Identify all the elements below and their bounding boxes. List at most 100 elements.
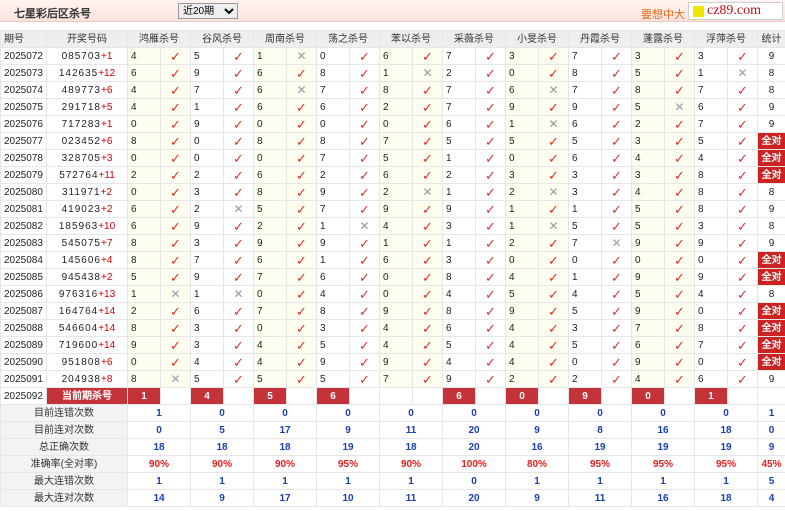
current-kill-number: 0 (631, 387, 665, 405)
kill-number-cell: 5 (442, 132, 476, 150)
kill-number-cell: 6 (253, 251, 287, 269)
period-range-select[interactable]: 近20期 (178, 3, 238, 19)
table-row: 2025073 142635+12 6 ✓ 9 ✓ 6 ✓ 8 ✓ 1 ✕ 2 ✓ 0 ✓ 8 ✓ 5 ✓ 1 ✕ 8 (0, 64, 785, 82)
column-header: 采薇杀号 (442, 30, 506, 48)
kill-number-cell: 8 (379, 81, 413, 99)
kill-number-cell: 0 (568, 353, 602, 371)
draw-digits: 717283 (61, 118, 101, 130)
kill-number-cell: 1 (694, 64, 728, 82)
correct-mark-icon: ✓ (475, 370, 506, 388)
all-correct-badge: 全对 (757, 336, 785, 354)
draw-sum: +2 (100, 271, 113, 283)
draw-digits: 311971 (61, 186, 101, 198)
correct-mark-icon: ✓ (538, 370, 569, 388)
period-cell: 2025087 (0, 302, 47, 320)
correct-mark-icon: ✓ (412, 336, 443, 354)
kill-number-cell: 9 (190, 217, 224, 235)
correct-mark-icon: ✓ (349, 115, 380, 133)
kill-number-cell: 9 (253, 234, 287, 252)
correct-mark-icon: ✓ (538, 47, 569, 65)
all-correct-badge: 全对 (757, 319, 785, 337)
correct-mark-icon: ✓ (664, 353, 695, 371)
draw-number-cell: 572764+11 (46, 166, 128, 184)
correct-mark-icon: ✓ (412, 251, 443, 269)
stat-row: 最大连错次数 1 1 1 1 1 0 1 1 1 1 5 (0, 472, 785, 490)
kill-number-cell: 3 (190, 336, 224, 354)
correct-mark-icon: ✓ (664, 302, 695, 320)
count-cell: 9 (757, 370, 785, 388)
draw-digits: 291718 (61, 101, 101, 113)
wrong-mark-icon: ✕ (160, 370, 191, 388)
kill-number-cell: 4 (190, 353, 224, 371)
table-row: 2025087 164764+14 2 ✓ 6 ✓ 7 ✓ 8 ✓ 9 ✓ 8 ✓ 9 ✓ 5 ✓ 9 ✓ 0 ✓ 全对 (0, 302, 785, 320)
kill-number-cell: 4 (379, 217, 413, 235)
current-kill-spacer (538, 387, 569, 405)
correct-mark-icon: ✓ (538, 319, 569, 337)
correct-mark-icon: ✓ (475, 183, 506, 201)
correct-mark-icon: ✓ (286, 370, 317, 388)
kill-number-cell: 7 (379, 132, 413, 150)
correct-mark-icon: ✓ (223, 370, 254, 388)
draw-digits: 023452 (61, 135, 101, 147)
table-row: 2025080 311971+2 0 ✓ 3 ✓ 8 ✓ 9 ✓ 2 ✕ 1 ✓ 2 ✕ 3 ✓ 4 ✓ 8 ✓ 8 (0, 183, 785, 201)
correct-mark-icon: ✓ (223, 47, 254, 65)
kill-number-cell: 9 (379, 353, 413, 371)
period-cell: 2025091 (0, 370, 47, 388)
correct-mark-icon: ✓ (349, 166, 380, 184)
correct-mark-icon: ✓ (664, 183, 695, 201)
draw-sum: +6 (100, 356, 113, 368)
kill-number-cell: 3 (505, 166, 539, 184)
correct-mark-icon: ✓ (160, 200, 191, 218)
correct-mark-icon: ✓ (538, 353, 569, 371)
kill-number-cell: 7 (316, 81, 350, 99)
correct-mark-icon: ✓ (664, 217, 695, 235)
draw-sum: +7 (100, 237, 113, 249)
correct-mark-icon: ✓ (160, 149, 191, 167)
kill-number-cell: 1 (505, 217, 539, 235)
stat-value: 20 (442, 489, 506, 507)
correct-mark-icon: ✓ (286, 319, 317, 337)
kill-number-cell: 6 (253, 64, 287, 82)
kill-number-cell: 7 (442, 47, 476, 65)
draw-digits: 489773 (61, 84, 101, 96)
stat-label: 目前连错次数 (0, 404, 128, 422)
kill-number-cell: 4 (127, 98, 161, 116)
correct-mark-icon: ✓ (475, 285, 506, 303)
kill-number-cell: 4 (379, 319, 413, 337)
stat-value: 0 (316, 404, 380, 422)
kill-number-table: 期号 开奖号码 鸿雁杀号 谷风杀号 周南杀号 荡之杀号 苯以杀号 采薇杀号 小旻杀号 丹霞杀号 蓬露… (0, 30, 785, 507)
kill-number-cell: 0 (127, 183, 161, 201)
draw-digits: 164764 (58, 305, 99, 317)
correct-mark-icon: ✓ (727, 81, 758, 99)
draw-sum: +2 (100, 186, 113, 198)
correct-mark-icon: ✓ (475, 234, 506, 252)
kill-number-cell: 2 (127, 302, 161, 320)
correct-mark-icon: ✓ (601, 285, 632, 303)
stat-value: 90% (190, 455, 254, 473)
kill-number-cell: 8 (316, 302, 350, 320)
correct-mark-icon: ✓ (601, 166, 632, 184)
correct-mark-icon: ✓ (286, 115, 317, 133)
correct-mark-icon: ✓ (475, 302, 506, 320)
all-correct-badge: 全对 (757, 268, 785, 286)
correct-mark-icon: ✓ (286, 98, 317, 116)
correct-mark-icon: ✓ (349, 149, 380, 167)
correct-mark-icon: ✓ (601, 268, 632, 286)
kill-number-cell: 7 (190, 81, 224, 99)
kill-number-cell: 0 (253, 319, 287, 337)
correct-mark-icon: ✓ (727, 47, 758, 65)
promo-link[interactable]: 要想中大 (641, 6, 685, 22)
correct-mark-icon: ✓ (223, 81, 254, 99)
draw-digits: 546604 (58, 322, 99, 334)
stat-value: 9 (190, 489, 254, 507)
kill-number-cell: 1 (190, 285, 224, 303)
correct-mark-icon: ✓ (475, 47, 506, 65)
draw-digits: 545075 (61, 237, 101, 249)
kill-number-cell: 0 (253, 115, 287, 133)
kill-number-cell: 5 (568, 132, 602, 150)
kill-number-cell: 8 (127, 234, 161, 252)
stat-value: 0 (757, 421, 785, 439)
stat-value: 5 (190, 421, 254, 439)
correct-mark-icon: ✓ (601, 319, 632, 337)
correct-mark-icon: ✓ (412, 200, 443, 218)
